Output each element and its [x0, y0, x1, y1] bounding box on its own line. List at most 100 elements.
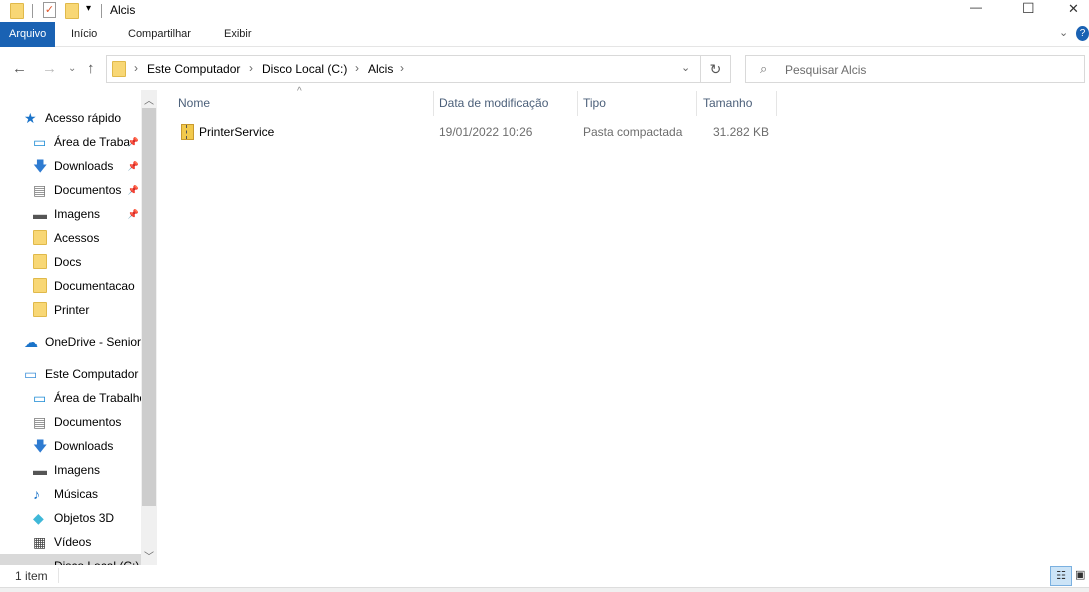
file-type: Pasta compactada	[583, 125, 683, 139]
ribbon-tabs: Arquivo Início Compartilhar Exibir ⌄ ?	[0, 22, 1089, 47]
nav-item-label: Documentacao	[54, 279, 135, 293]
breadcrumb-disco-local[interactable]: Disco Local (C:)	[262, 62, 347, 76]
folder-icon	[33, 254, 47, 269]
column-header-type[interactable]: Tipo	[583, 96, 606, 110]
nav-item-label: Printer	[54, 303, 90, 317]
tab-compartilhar[interactable]: Compartilhar	[119, 22, 200, 47]
document-icon: ▤	[33, 182, 47, 198]
column-divider[interactable]	[776, 91, 777, 116]
video-icon: ▦	[33, 534, 47, 550]
nav-item[interactable]: ▬Disco Local (C:)	[0, 554, 141, 565]
nav-item[interactable]: 🡇 Downloads	[0, 434, 141, 458]
refresh-button[interactable]: ↻	[701, 55, 731, 83]
window-bottom-edge	[0, 587, 1089, 592]
nav-item[interactable]: Documentacao	[0, 274, 141, 298]
nav-item-label: Documentos	[54, 415, 122, 429]
maximize-button[interactable]: ☐	[1022, 0, 1035, 17]
nav-item[interactable]: ▤ Documentos 📌	[0, 178, 141, 202]
scroll-up-icon[interactable]: ︿	[144, 92, 154, 107]
nav-item-label: OneDrive - Senior	[45, 335, 141, 349]
nav-item[interactable]: ▭ Este Computador	[0, 362, 141, 386]
address-dropdown-icon[interactable]: ⌄	[681, 61, 690, 74]
nav-item[interactable]: ◆ Objetos 3D	[0, 506, 141, 530]
nav-item-label: Área de Trabalho	[54, 391, 141, 405]
pin-icon: 📌	[127, 137, 139, 147]
music-icon: ♪	[33, 486, 40, 502]
file-modified: 19/01/2022 10:26	[439, 125, 533, 139]
image-icon: ▬	[33, 462, 47, 478]
download-icon: 🡇	[33, 438, 48, 454]
folder-icon	[33, 230, 47, 245]
nav-item-label: Este Computador	[45, 367, 139, 381]
search-placeholder: Pesquisar Alcis	[785, 63, 867, 77]
nav-item-label: Docs	[54, 255, 82, 269]
nav-item[interactable]: ▤ Documentos	[0, 410, 141, 434]
title-bar: ✓ ▾ Alcis — ☐ ✕	[0, 0, 1089, 22]
address-bar[interactable]: › Este Computador › Disco Local (C:) › A…	[106, 55, 701, 83]
tab-exibir[interactable]: Exibir	[215, 22, 261, 47]
back-button[interactable]: ←	[12, 60, 27, 77]
large-icons-view-button[interactable]: ▣	[1075, 566, 1089, 586]
column-divider[interactable]	[577, 91, 578, 116]
column-divider[interactable]	[433, 91, 434, 116]
nav-item[interactable]: ☁ OneDrive - Senior	[0, 330, 141, 354]
column-divider[interactable]	[696, 91, 697, 116]
tab-inicio[interactable]: Início	[62, 22, 106, 47]
nav-item[interactable]: Docs	[0, 250, 141, 274]
nav-item[interactable]: ▦ Vídeos	[0, 530, 141, 554]
details-view-button[interactable]: ☷	[1050, 566, 1072, 586]
breadcrumb-este-computador[interactable]: Este Computador	[147, 62, 240, 76]
tab-arquivo[interactable]: Arquivo	[0, 22, 56, 47]
up-button[interactable]: ↑	[87, 60, 95, 77]
column-header-name[interactable]: Nome	[178, 96, 210, 110]
new-folder-icon[interactable]	[65, 3, 79, 19]
nav-item[interactable]: ▬ Imagens 📌	[0, 202, 141, 226]
nav-item-label: Vídeos	[54, 535, 92, 549]
customize-toolbar-icon[interactable]: ▾	[86, 3, 91, 14]
window-title: Alcis	[110, 3, 136, 17]
nav-item-label: Imagens	[54, 207, 101, 221]
file-name[interactable]: PrinterService	[199, 125, 274, 139]
nav-item-label: Imagens	[54, 463, 101, 477]
search-icon: ⌕	[760, 61, 768, 76]
breadcrumb-alcis[interactable]: Alcis	[368, 62, 393, 76]
close-button[interactable]: ✕	[1068, 1, 1079, 17]
nav-item[interactable]: ♪ Músicas	[0, 482, 141, 506]
navigation-pane: ★ Acesso rápido ▭ Área de Traba 📌 🡇 Downloads 📌…	[0, 90, 157, 565]
folder-icon	[33, 278, 47, 293]
recent-locations-icon[interactable]: ⌄	[68, 63, 76, 74]
nav-item[interactable]: ▭ Área de Trabalho	[0, 386, 141, 410]
nav-item-label: Acessos	[54, 231, 100, 245]
nav-item[interactable]: ★ Acesso rápido	[0, 106, 141, 130]
nav-item-label: Downloads	[54, 159, 114, 173]
column-header-size[interactable]: Tamanho	[703, 96, 752, 110]
minimize-button[interactable]: —	[970, 0, 982, 14]
expand-ribbon-icon[interactable]: ⌄	[1059, 26, 1068, 39]
divider	[32, 4, 33, 18]
nav-item[interactable]: Printer	[0, 298, 141, 322]
search-input[interactable]: ⌕ Pesquisar Alcis	[745, 55, 1085, 83]
desktop-icon: ▭	[33, 134, 47, 150]
chevron-right-icon: ›	[400, 61, 404, 75]
nav-item[interactable]: ▭ Área de Traba 📌	[0, 130, 141, 154]
nav-item[interactable]: ▬ Imagens	[0, 458, 141, 482]
properties-icon[interactable]: ✓	[43, 2, 56, 18]
computer-icon: ▭	[24, 366, 38, 382]
document-icon: ▤	[33, 414, 47, 430]
folder-icon	[33, 302, 47, 317]
forward-button[interactable]: →	[42, 60, 57, 77]
chevron-right-icon: ›	[249, 61, 253, 75]
folder-icon	[10, 3, 24, 19]
nav-item-label: Disco Local (C:)	[54, 554, 139, 565]
pin-icon: 📌	[127, 161, 139, 171]
help-icon[interactable]: ?	[1076, 26, 1089, 41]
scroll-down-icon[interactable]: ﹀	[144, 548, 154, 563]
pin-icon: 📌	[127, 209, 139, 219]
nav-item[interactable]: 🡇 Downloads 📌	[0, 154, 141, 178]
column-header-modified[interactable]: Data de modificação	[439, 96, 548, 110]
nav-item[interactable]: Acessos	[0, 226, 141, 250]
divider	[58, 568, 59, 583]
folder-icon	[112, 61, 126, 77]
scrollbar-thumb[interactable]	[142, 108, 156, 506]
divider	[101, 4, 102, 18]
